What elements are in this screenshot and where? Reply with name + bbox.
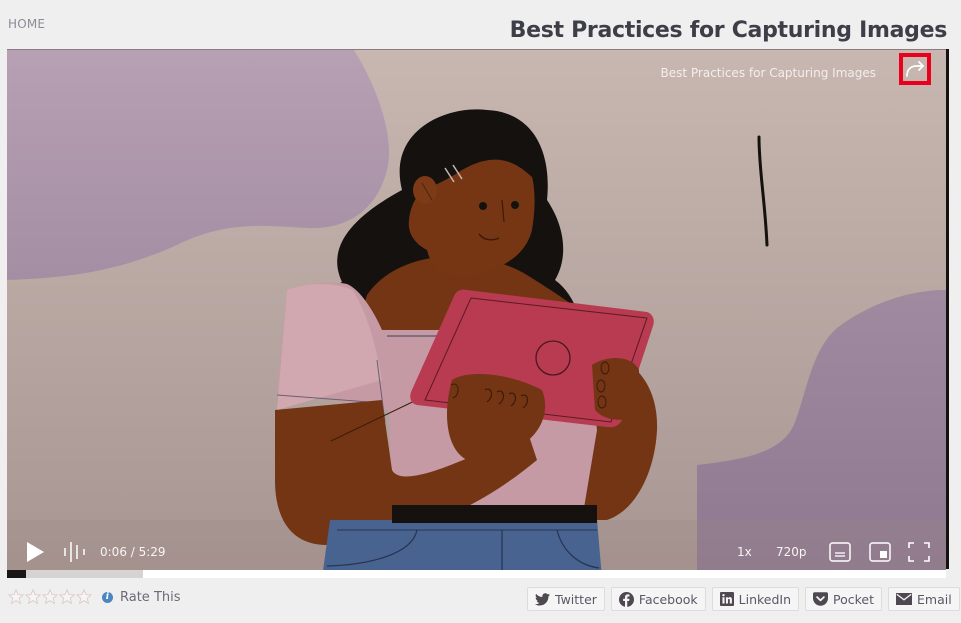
time-display: 0:06 / 5:29 (100, 545, 166, 559)
video-overlay-title: Best Practices for Capturing Images (660, 66, 877, 80)
video-frame-illustration (7, 50, 946, 578)
star-icon[interactable] (8, 589, 24, 605)
share-arrow-icon (906, 61, 924, 77)
breadcrumb-home[interactable]: HOME (8, 17, 45, 31)
player-controls: 0:06 / 5:29 1x 720p (7, 534, 946, 570)
pocket-icon (813, 592, 829, 606)
share-pocket-button[interactable]: Pocket (805, 587, 883, 611)
playback-speed-button[interactable]: 1x (737, 545, 752, 559)
email-icon (896, 593, 913, 605)
share-linkedin-button[interactable]: LinkedIn (711, 587, 800, 611)
share-facebook-button[interactable]: Facebook (610, 587, 706, 611)
twitter-icon (535, 592, 550, 605)
progress-played (7, 570, 26, 578)
fullscreen-icon[interactable] (908, 542, 930, 562)
video-progress-bar[interactable] (7, 570, 946, 578)
share-button-label: Email (917, 591, 952, 607)
facebook-icon (618, 591, 634, 607)
star-rating[interactable] (8, 589, 92, 605)
star-icon[interactable] (59, 589, 75, 605)
star-icon[interactable] (25, 589, 41, 605)
play-icon[interactable] (26, 542, 44, 562)
share-button-label: LinkedIn (738, 591, 792, 607)
quality-button[interactable]: 720p (776, 545, 807, 559)
picture-in-picture-icon[interactable] (869, 542, 891, 562)
video-player[interactable]: Best Practices for Capturing Images 0:06… (7, 49, 946, 578)
share-button[interactable] (899, 53, 931, 85)
share-button-label: Facebook (638, 591, 698, 607)
star-icon[interactable] (76, 589, 92, 605)
linkedin-icon (719, 592, 734, 606)
share-button-label: Twitter (555, 591, 597, 607)
player-edge (946, 49, 949, 569)
progress-buffered (7, 570, 144, 578)
captions-icon[interactable] (829, 542, 851, 562)
share-twitter-button[interactable]: Twitter (527, 587, 605, 611)
info-icon[interactable]: i (102, 591, 113, 603)
share-buttons: Twitter Facebook LinkedIn Pocket Email (527, 587, 960, 611)
rate-this-label[interactable]: Rate This (120, 590, 181, 605)
page-title: Best Practices for Capturing Images (509, 18, 948, 43)
star-icon[interactable] (42, 589, 58, 605)
audio-waveform-icon[interactable] (63, 541, 87, 563)
share-email-button[interactable]: Email (888, 587, 960, 611)
rating-widget: i Rate This (8, 589, 181, 605)
share-button-label: Pocket (833, 591, 875, 607)
